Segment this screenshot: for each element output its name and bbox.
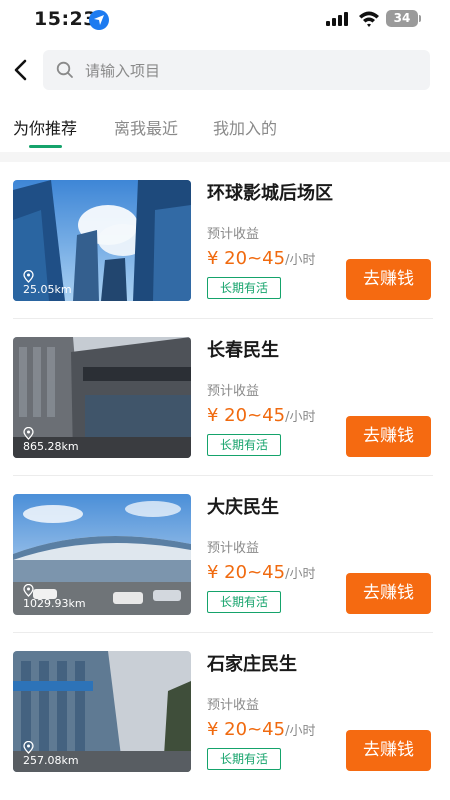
earning-label: 预计收益 <box>207 541 260 556</box>
earning-label: 预计收益 <box>207 227 260 242</box>
price-range: ¥ 20~45/小时 <box>207 405 315 426</box>
search-input[interactable]: 请输入项目 <box>43 50 430 90</box>
tab-bar: 为你推荐 离我最近 我加入的 <box>0 110 450 150</box>
distance-label: 25.05km <box>23 270 72 296</box>
price-value: ¥ 20~45 <box>207 719 286 740</box>
project-image[interactable]: 1029.93km <box>13 494 191 615</box>
price-range: ¥ 20~45/小时 <box>207 562 315 583</box>
price-unit: /小时 <box>285 567 316 582</box>
location-pin-icon <box>23 427 34 440</box>
earning-label: 预计收益 <box>207 384 260 399</box>
project-image[interactable]: 865.28km <box>13 337 191 458</box>
distance-label: 1029.93km <box>23 584 86 610</box>
price-value: ¥ 20~45 <box>207 562 286 583</box>
search-placeholder: 请输入项目 <box>85 62 161 80</box>
project-title: 环球影城后场区 <box>207 183 333 204</box>
back-button[interactable] <box>8 55 34 85</box>
search-icon <box>56 61 73 78</box>
wifi-icon <box>359 11 379 27</box>
distance-value: 865.28km <box>23 440 79 453</box>
earn-money-button[interactable]: 去赚钱 <box>346 730 431 771</box>
price-range: ¥ 20~45/小时 <box>207 248 315 269</box>
distance-value: 257.08km <box>23 754 79 767</box>
project-title: 大庆民生 <box>207 497 279 518</box>
signal-icon <box>326 12 348 26</box>
project-card[interactable]: 25.05km 环球影城后场区 预计收益 ¥ 20~45/小时 长期有活 去赚钱 <box>0 162 450 319</box>
project-card[interactable]: 865.28km 长春民生 预计收益 ¥ 20~45/小时 长期有活 去赚钱 <box>0 319 450 476</box>
earning-label: 预计收益 <box>207 698 260 713</box>
price-unit: /小时 <box>285 253 316 268</box>
status-tag: 长期有活 <box>207 434 281 456</box>
status-bar: 15:23 34 <box>0 0 450 40</box>
section-divider <box>0 152 450 162</box>
distance-value: 1029.93km <box>23 597 86 610</box>
location-pin-icon <box>23 584 34 597</box>
tab-joined[interactable]: 我加入的 <box>213 115 277 139</box>
location-pin-icon <box>23 270 34 283</box>
earn-money-button[interactable]: 去赚钱 <box>346 573 431 614</box>
price-range: ¥ 20~45/小时 <box>207 719 315 740</box>
project-card[interactable]: 1029.93km 大庆民生 预计收益 ¥ 20~45/小时 长期有活 去赚钱 <box>0 476 450 633</box>
distance-label: 257.08km <box>23 741 79 767</box>
status-tag: 长期有活 <box>207 591 281 613</box>
project-card[interactable]: 257.08km 石家庄民生 预计收益 ¥ 20~45/小时 长期有活 去赚钱 <box>0 633 450 790</box>
distance-value: 25.05km <box>23 283 72 296</box>
tab-nearest[interactable]: 离我最近 <box>114 115 178 139</box>
location-pin-icon <box>23 741 34 754</box>
battery-level: 34 <box>393 11 411 25</box>
project-image[interactable]: 25.05km <box>13 180 191 301</box>
status-tag: 长期有活 <box>207 748 281 770</box>
project-title: 长春民生 <box>207 340 279 361</box>
project-title: 石家庄民生 <box>207 654 297 675</box>
earn-money-button[interactable]: 去赚钱 <box>346 416 431 457</box>
price-value: ¥ 20~45 <box>207 248 286 269</box>
earn-money-button[interactable]: 去赚钱 <box>346 259 431 300</box>
price-unit: /小时 <box>285 724 316 739</box>
status-tag: 长期有活 <box>207 277 281 299</box>
price-unit: /小时 <box>285 410 316 425</box>
project-image[interactable]: 257.08km <box>13 651 191 772</box>
location-arrow-icon <box>89 10 109 30</box>
price-value: ¥ 20~45 <box>207 405 286 426</box>
status-time: 15:23 <box>34 8 97 30</box>
tab-recommended[interactable]: 为你推荐 <box>13 115 77 139</box>
active-tab-indicator <box>29 145 62 148</box>
battery-cap <box>419 15 421 22</box>
distance-label: 865.28km <box>23 427 79 453</box>
